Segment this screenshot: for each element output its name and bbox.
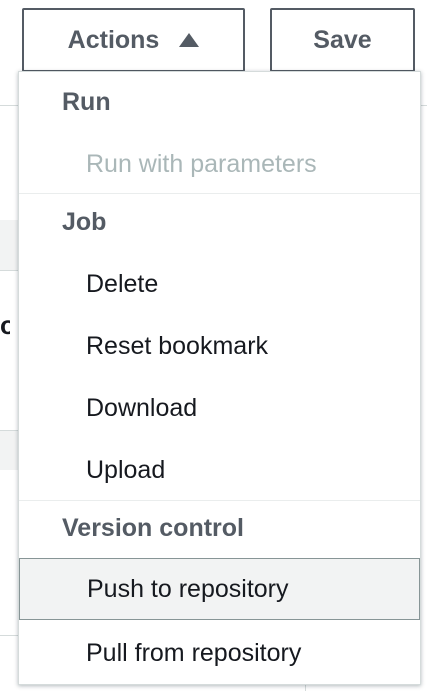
menu-group-header-version-control: Version control: [62, 514, 244, 542]
caret-up-icon: [179, 33, 200, 47]
save-button[interactable]: Save: [270, 8, 415, 72]
background-text-fragment: o: [0, 310, 10, 340]
background-divider: [305, 685, 306, 691]
menu-item-run-with-parameters: Run with parameters: [86, 149, 317, 178]
menu-item-download[interactable]: Download: [19, 386, 420, 430]
menu-divider: [19, 500, 420, 501]
actions-button-label: Actions: [67, 25, 160, 54]
save-button-label: Save: [313, 25, 372, 54]
actions-button[interactable]: Actions: [22, 8, 245, 72]
menu-item-delete[interactable]: Delete: [19, 262, 420, 306]
actions-dropdown-menu: Run Run with parameters Job Delete Reset…: [18, 71, 421, 685]
menu-divider: [19, 193, 420, 194]
background-divider: [0, 105, 18, 106]
background-divider: [0, 430, 18, 431]
menu-item-pull-from-repository[interactable]: Pull from repository: [19, 630, 420, 676]
background-panel: [0, 220, 18, 270]
menu-group-header-job: Job: [62, 208, 107, 236]
background-divider: [0, 270, 18, 271]
background-divider: [0, 635, 18, 636]
menu-item-reset-bookmark[interactable]: Reset bookmark: [19, 324, 420, 368]
menu-item-push-to-repository[interactable]: Push to repository: [19, 558, 420, 620]
menu-item-upload[interactable]: Upload: [19, 448, 420, 492]
menu-group-header-run: Run: [62, 88, 111, 116]
background-panel: [0, 430, 18, 470]
